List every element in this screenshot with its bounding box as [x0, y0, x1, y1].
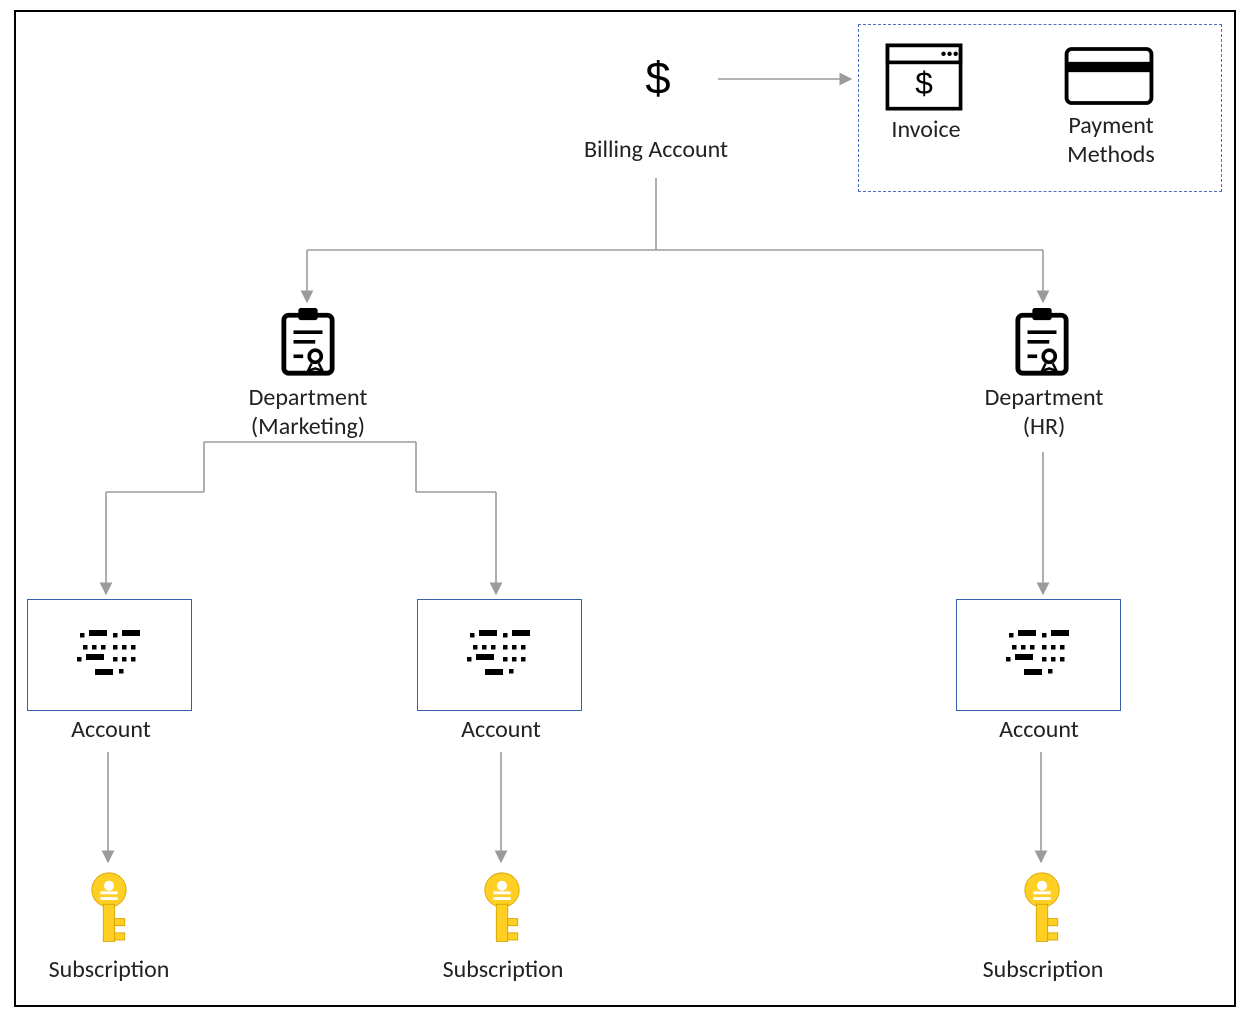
payment-methods-icon [1064, 46, 1154, 106]
department-icon-marketing [279, 308, 337, 378]
svg-text:$: $ [915, 65, 933, 101]
account-label-3: Account [984, 716, 1094, 745]
department-marketing-label: Department (Marketing) [216, 384, 400, 442]
account-icon-2 [464, 622, 536, 686]
key-icon-2 [472, 870, 532, 950]
subscription-label-1: Subscription [32, 956, 186, 985]
department-hr-label: Department (HR) [964, 384, 1124, 442]
account-label-2: Account [446, 716, 556, 745]
subscription-label-2: Subscription [426, 956, 580, 985]
key-icon-1 [79, 870, 139, 950]
account-label-1: Account [56, 716, 166, 745]
invoice-icon: $ [885, 42, 963, 112]
account-icon-1 [74, 622, 146, 686]
department-icon-hr [1013, 308, 1071, 378]
payment-methods-label: Payment Methods [1041, 112, 1181, 170]
svg-text:$: $ [645, 55, 670, 103]
key-icon-3 [1012, 870, 1072, 950]
dollar-icon: $ [638, 50, 678, 110]
billing-account-label: Billing Account [571, 136, 741, 165]
subscription-label-3: Subscription [966, 956, 1120, 985]
invoice-label: Invoice [876, 116, 976, 145]
diagram-frame: .conn { stroke:#9b9b9b; stroke-width:1.6… [14, 10, 1236, 1007]
account-icon-3 [1003, 622, 1075, 686]
